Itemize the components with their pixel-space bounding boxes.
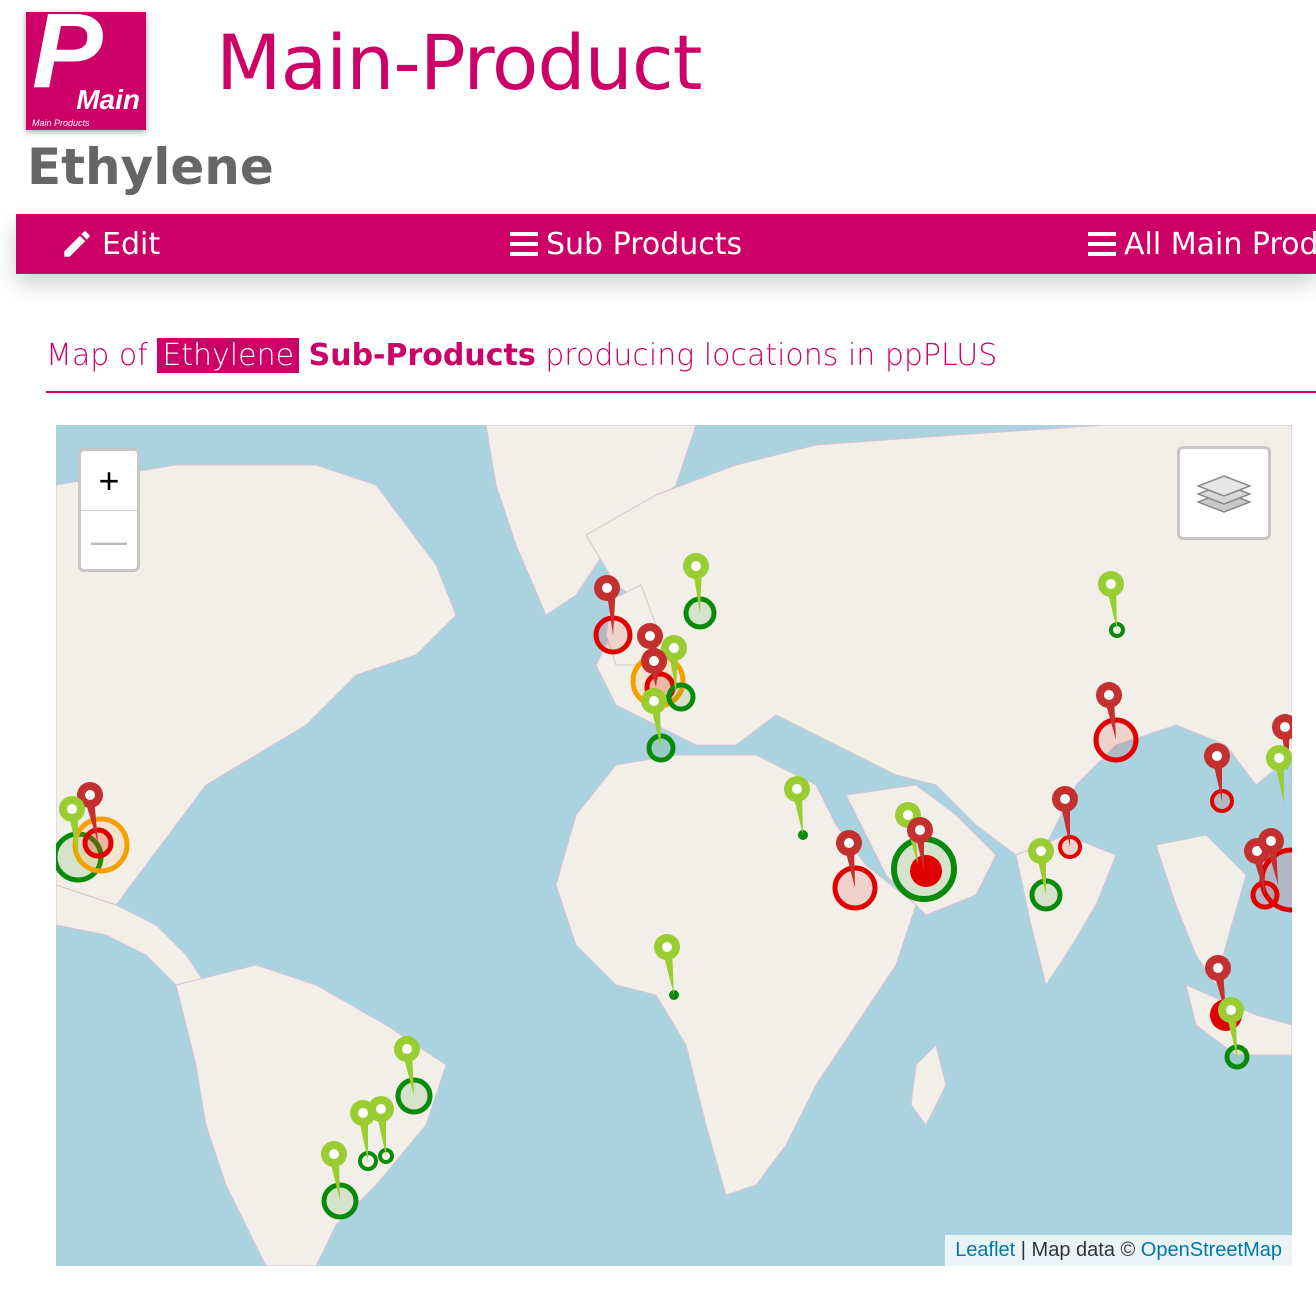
map-tiles xyxy=(56,425,1292,1266)
all-main-products-label: All Main Prod xyxy=(1124,226,1316,262)
all-main-products-link[interactable]: All Main Prod xyxy=(1088,214,1316,274)
attribution-separator: | Map data © xyxy=(1015,1239,1141,1261)
menu-icon xyxy=(1088,231,1116,257)
edit-label: Edit xyxy=(102,226,161,262)
logo[interactable]: P Main Main Products xyxy=(26,0,146,130)
heading-prefix: Map of xyxy=(46,338,158,373)
leaflet-link[interactable]: Leaflet xyxy=(955,1239,1015,1261)
menu-icon xyxy=(510,231,538,257)
logo-caption: Main Products xyxy=(32,118,90,128)
page-title: Main-Product xyxy=(216,18,702,107)
map-marker-ring xyxy=(666,682,696,712)
heading-sub-products: Sub-Products xyxy=(308,338,536,373)
map-heading: Map of Ethylene Sub-Products producing l… xyxy=(46,338,997,373)
layers-icon xyxy=(1195,466,1253,520)
map-attribution: Leaflet | Map data © OpenStreetMap xyxy=(945,1235,1292,1266)
product-name: Ethylene xyxy=(27,138,274,196)
pencil-icon xyxy=(60,227,94,261)
logo-word: Main xyxy=(76,84,140,115)
osm-link[interactable]: OpenStreetMap xyxy=(1141,1239,1282,1261)
world-map[interactable]: + — Leaflet | Map data © OpenStreetMap xyxy=(56,425,1292,1266)
heading-suffix: producing locations in ppPLUS xyxy=(535,338,998,373)
heading-product: Ethylene xyxy=(157,338,300,373)
zoom-control: + — xyxy=(78,448,140,572)
map-marker-ring xyxy=(910,855,942,887)
zoom-in-button[interactable]: + xyxy=(81,451,137,511)
nav-bar: Edit Sub Products All Main Prod xyxy=(16,214,1316,274)
edit-link[interactable]: Edit xyxy=(60,214,160,274)
sub-products-label: Sub Products xyxy=(546,226,743,262)
zoom-out-button[interactable]: — xyxy=(81,511,137,570)
heading-divider xyxy=(46,391,1316,393)
layers-button[interactable] xyxy=(1177,446,1271,540)
sub-products-link[interactable]: Sub Products xyxy=(510,214,742,274)
